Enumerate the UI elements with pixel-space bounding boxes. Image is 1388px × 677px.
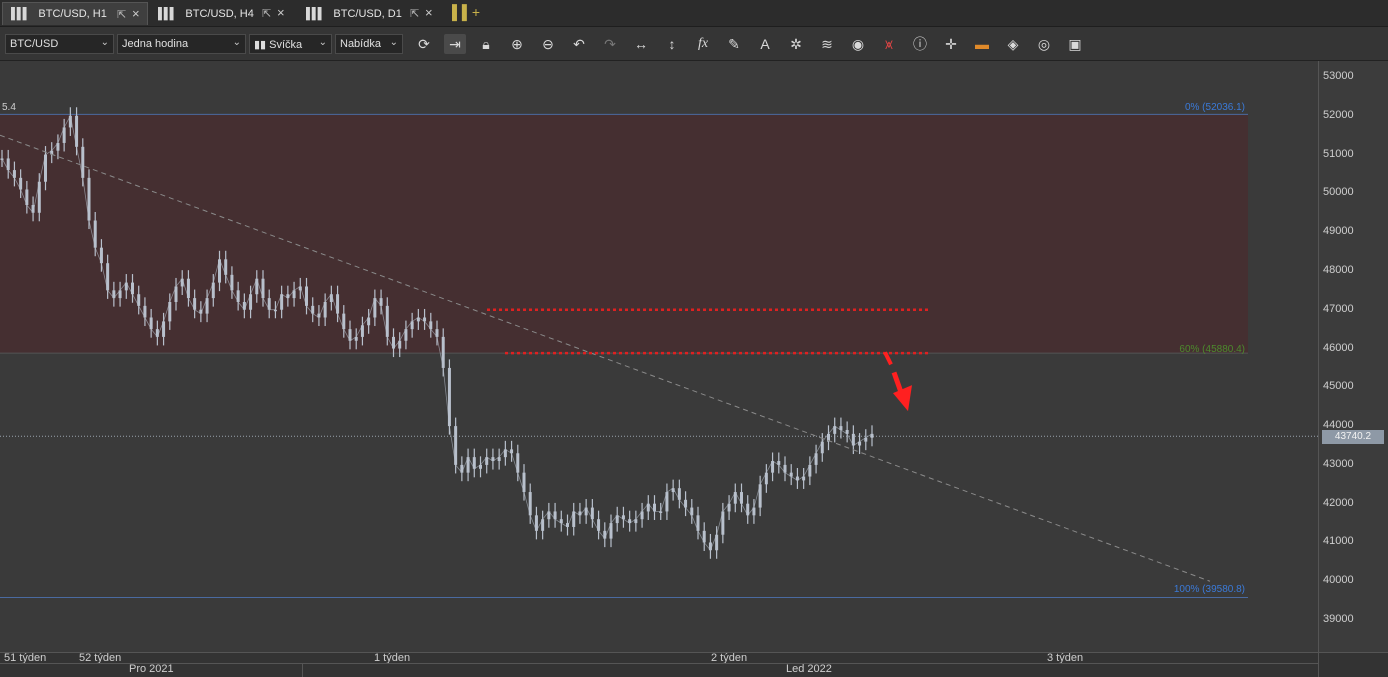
zoom-in-icon[interactable]: ⊕	[506, 34, 528, 54]
timeframe-value: Jedna hodina	[122, 38, 189, 50]
horizontal-scale-icon[interactable]: ↔	[630, 34, 652, 54]
price-tick-label: 45000	[1323, 380, 1354, 393]
signal-icon[interactable]: ⩙	[878, 34, 900, 54]
cursor-cross-icon[interactable]: ✛	[940, 34, 962, 54]
popout-icon[interactable]: ⇱	[262, 7, 271, 20]
lock-icon[interactable]: 🔒︎	[475, 34, 497, 54]
refresh-icon[interactable]: ⟳	[413, 34, 435, 54]
tab-bar: ▌▌▌ BTC/USD, H1 ⇱ × ▌▌▌ BTC/USD, H4 ⇱ × …	[0, 0, 1388, 27]
zoom-out-icon[interactable]: ⊖	[537, 34, 559, 54]
price-tick-label: 43000	[1323, 457, 1354, 470]
fib-zone-upper	[0, 114, 1248, 354]
price-tick-label: 39000	[1323, 613, 1354, 626]
cycle-icon[interactable]: ◎	[1033, 34, 1055, 54]
price-tick-label: 41000	[1323, 535, 1354, 548]
chevron-down-icon: ⌄	[232, 37, 241, 48]
close-icon[interactable]: ×	[132, 6, 140, 21]
timeframe-select[interactable]: Jedna hodina ⌄	[117, 34, 246, 54]
undo-icon[interactable]: ↶	[568, 34, 590, 54]
tab-label: BTC/USD, D1	[333, 7, 402, 20]
price-tick-label: 48000	[1323, 263, 1354, 276]
fib-label-0: 0% (52036.1)	[1185, 102, 1245, 113]
symbol-select[interactable]: BTC/USD ⌄	[5, 34, 114, 54]
tab-btc-h1[interactable]: ▌▌▌ BTC/USD, H1 ⇱ ×	[2, 2, 148, 25]
highlight-icon[interactable]: ▬	[971, 34, 993, 54]
candlestick-chart-icon: ▌▌▌	[158, 7, 177, 20]
price-tick-label: 52000	[1323, 108, 1354, 121]
price-tick-label: 53000	[1323, 70, 1354, 82]
price-side-select[interactable]: Nabídka ⌄	[335, 34, 403, 54]
tab-btc-h4[interactable]: ▌▌▌ BTC/USD, H4 ⇱ ×	[150, 2, 296, 25]
chevron-down-icon: ⌄	[318, 37, 327, 48]
indicators-icon[interactable]: fx	[692, 34, 714, 54]
price-tick-label: 51000	[1323, 147, 1354, 160]
candlestick-icon: ▮▮	[254, 39, 267, 51]
chart-type-value: Svíčka	[269, 39, 303, 51]
fib-label-60: 60% (45880.4)	[1179, 344, 1245, 355]
chart-type-select[interactable]: ▮▮ Svíčka ⌄	[249, 34, 332, 54]
save-icon[interactable]: ▣	[1064, 34, 1086, 54]
close-icon[interactable]: ×	[425, 5, 433, 20]
tab-btc-d1[interactable]: ▌▌▌ BTC/USD, D1 ⇱ ×	[298, 2, 444, 25]
axis-corner	[1318, 652, 1388, 677]
left-edge-label: 5.4	[2, 102, 16, 113]
text-icon[interactable]: A	[754, 34, 776, 54]
price-tick-label: 50000	[1323, 186, 1354, 199]
price-tick-label: 40000	[1323, 574, 1354, 587]
popout-icon[interactable]: ⇱	[410, 7, 419, 20]
price-tick-label: 42000	[1323, 496, 1354, 509]
symbol-value: BTC/USD	[10, 38, 59, 50]
fib-zone-lower	[0, 353, 1248, 598]
close-icon[interactable]: ×	[277, 5, 285, 20]
price-tick-label: 47000	[1323, 302, 1354, 315]
axis-divider	[0, 663, 1318, 664]
price-tick-label: 49000	[1323, 225, 1354, 238]
price-side-value: Nabídka	[340, 38, 381, 50]
month-label: Pro 2021	[129, 663, 174, 675]
crosshair-icon[interactable]: ✲	[785, 34, 807, 54]
redo-icon[interactable]: ↷	[599, 34, 621, 54]
fib-label-100: 100% (39580.8)	[1174, 584, 1245, 595]
add-chart-icon[interactable]: ▌▌+	[452, 4, 480, 20]
month-divider	[302, 663, 303, 677]
candlestick-chart-icon: ▌▌▌	[306, 7, 325, 20]
tab-label: BTC/USD, H4	[185, 7, 254, 20]
vertical-scale-icon[interactable]: ↕	[661, 34, 683, 54]
chart-toolbar: BTC/USD ⌄ Jedna hodina ⌄ ▮▮ Svíčka ⌄ Nabí…	[0, 27, 1388, 61]
eye-icon[interactable]: ◉	[847, 34, 869, 54]
candlestick-chart-icon: ▌▌▌	[11, 8, 30, 20]
chevron-down-icon: ⌄	[100, 37, 109, 48]
price-tick-label: 46000	[1323, 341, 1354, 354]
tab-label: BTC/USD, H1	[38, 8, 107, 20]
current-price-label: 43740.2	[1322, 430, 1384, 444]
autoscroll-icon[interactable]: ⇥	[444, 34, 466, 54]
paint-icon[interactable]: ◈	[1002, 34, 1024, 54]
draw-icon[interactable]: ✎	[723, 34, 745, 54]
chevron-down-icon: ⌄	[389, 37, 398, 48]
month-label: Led 2022	[786, 663, 832, 675]
popout-icon[interactable]: ⇱	[117, 8, 126, 21]
price-chart[interactable]: 5.4 0% (52036.1) 60% (45880.4) 100% (395…	[0, 61, 1318, 652]
time-axis[interactable]: 51 týden 52 týden 1 týden 2 týden 3 týde…	[0, 652, 1318, 677]
layers-icon[interactable]: ≋	[816, 34, 838, 54]
info-icon[interactable]: ⓘ	[909, 34, 931, 54]
